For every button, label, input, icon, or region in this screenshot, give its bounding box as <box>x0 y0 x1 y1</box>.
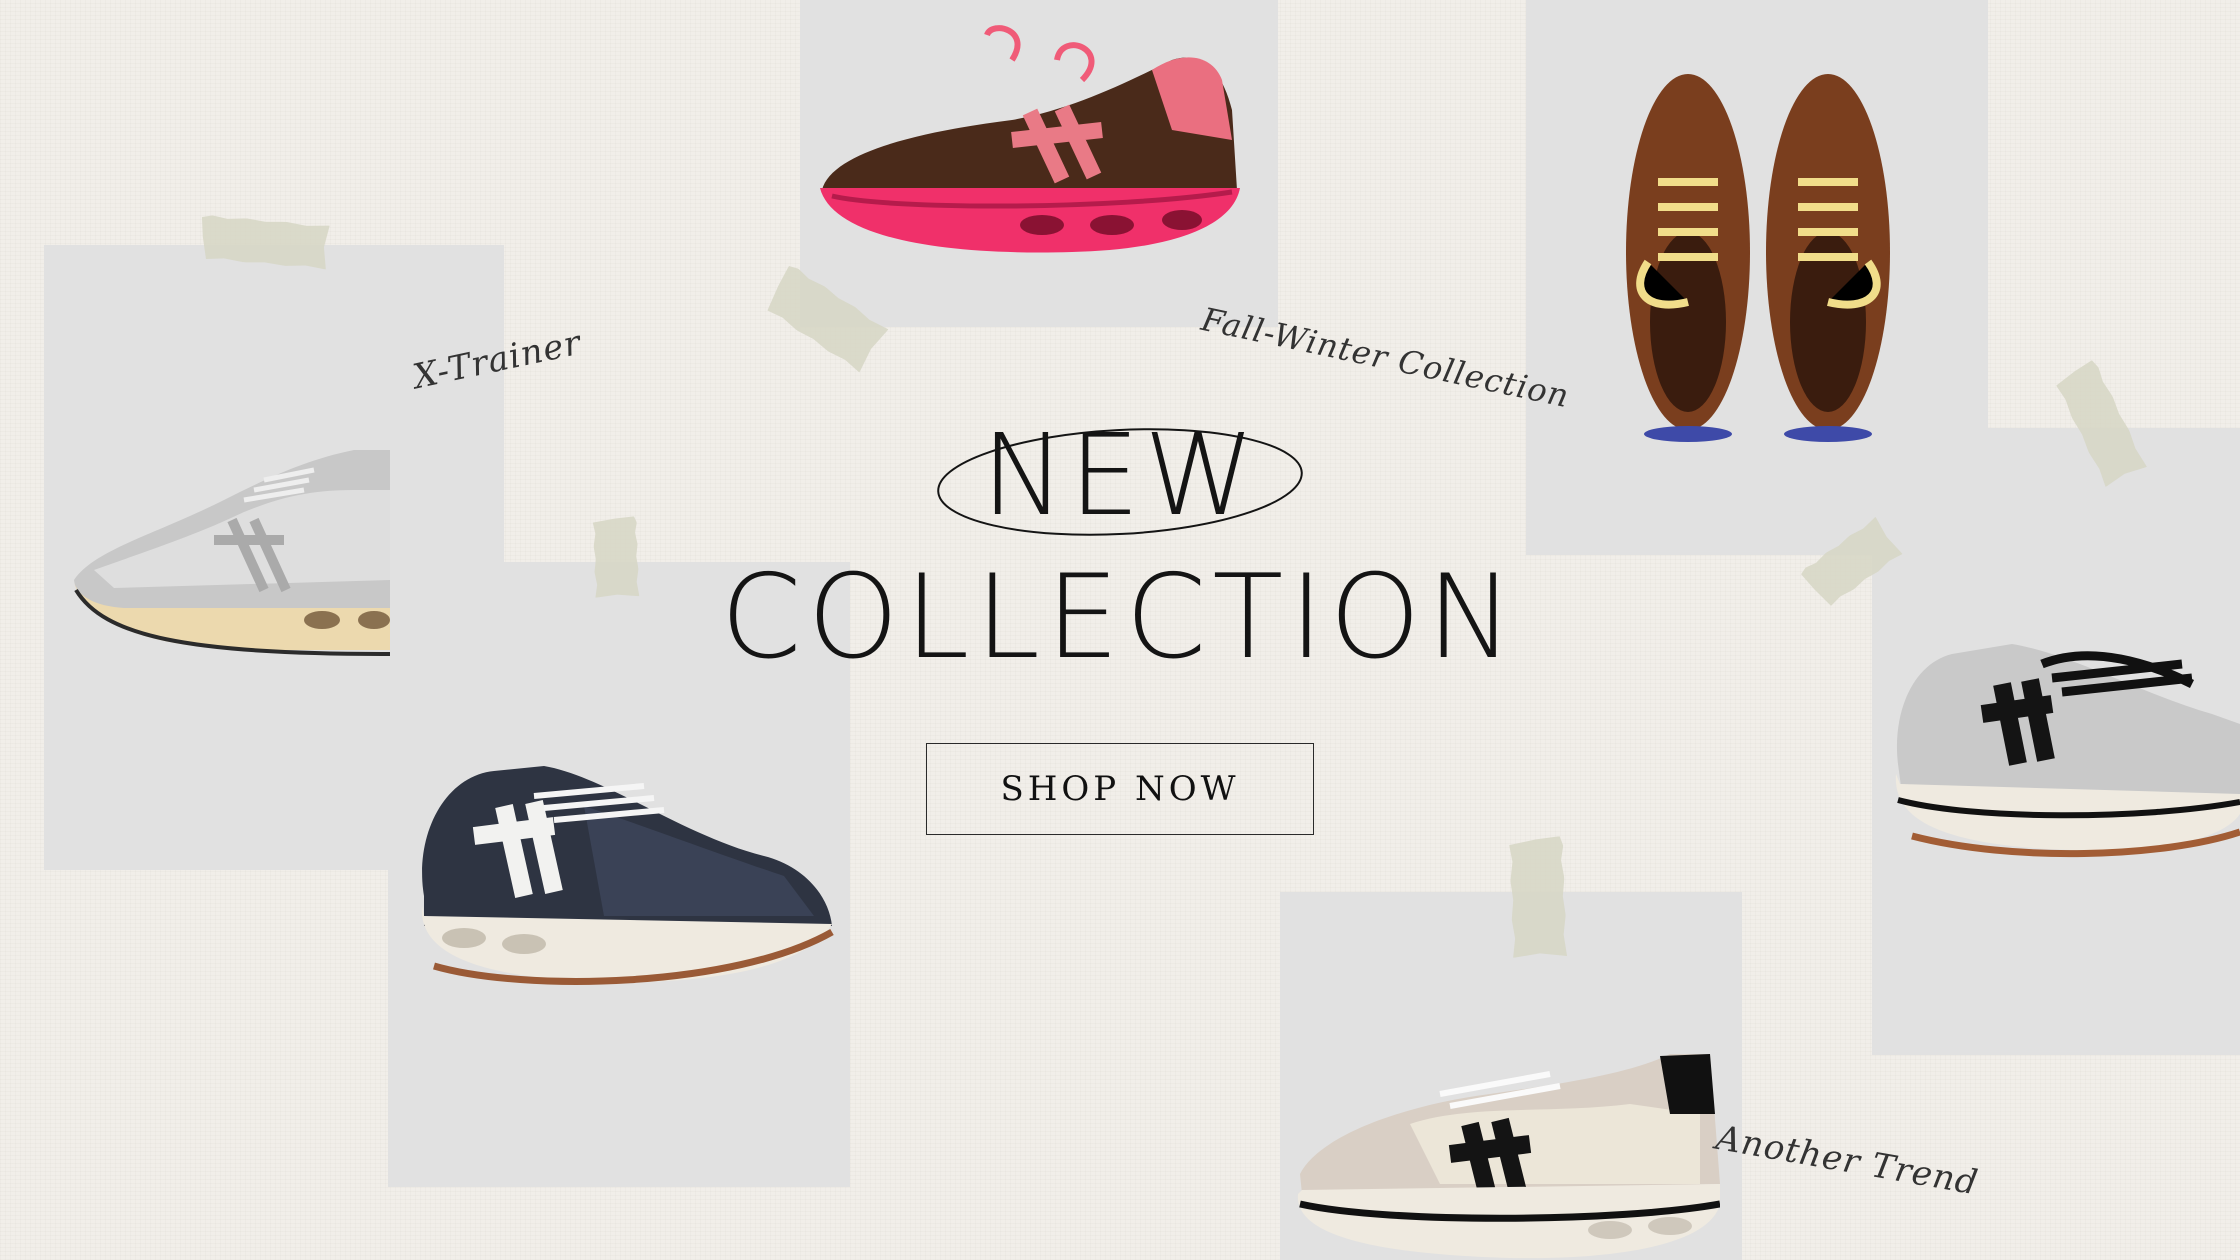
silver-black-sneaker-icon <box>1895 644 2240 858</box>
tape-strip <box>1509 836 1567 958</box>
pink-brown-sneaker-icon <box>820 25 1240 253</box>
caption-fall-winter: Fall-Winter Collection <box>1198 300 1573 416</box>
shop-now-label: SHOP NOW <box>1000 769 1240 809</box>
title-collection: COLLECTION <box>720 550 1520 685</box>
title-new: NEW <box>981 411 1259 541</box>
silver-sneaker-icon <box>74 450 390 656</box>
tape-strip <box>593 516 640 597</box>
caption-another-trend: Another Trend <box>1713 1118 1982 1204</box>
brown-sneaker-pair-icon <box>1626 74 1890 442</box>
beige-sneaker-icon <box>1297 1054 1720 1259</box>
shop-now-button[interactable]: SHOP NOW <box>926 743 1314 835</box>
navy-sneaker-icon <box>421 766 834 985</box>
